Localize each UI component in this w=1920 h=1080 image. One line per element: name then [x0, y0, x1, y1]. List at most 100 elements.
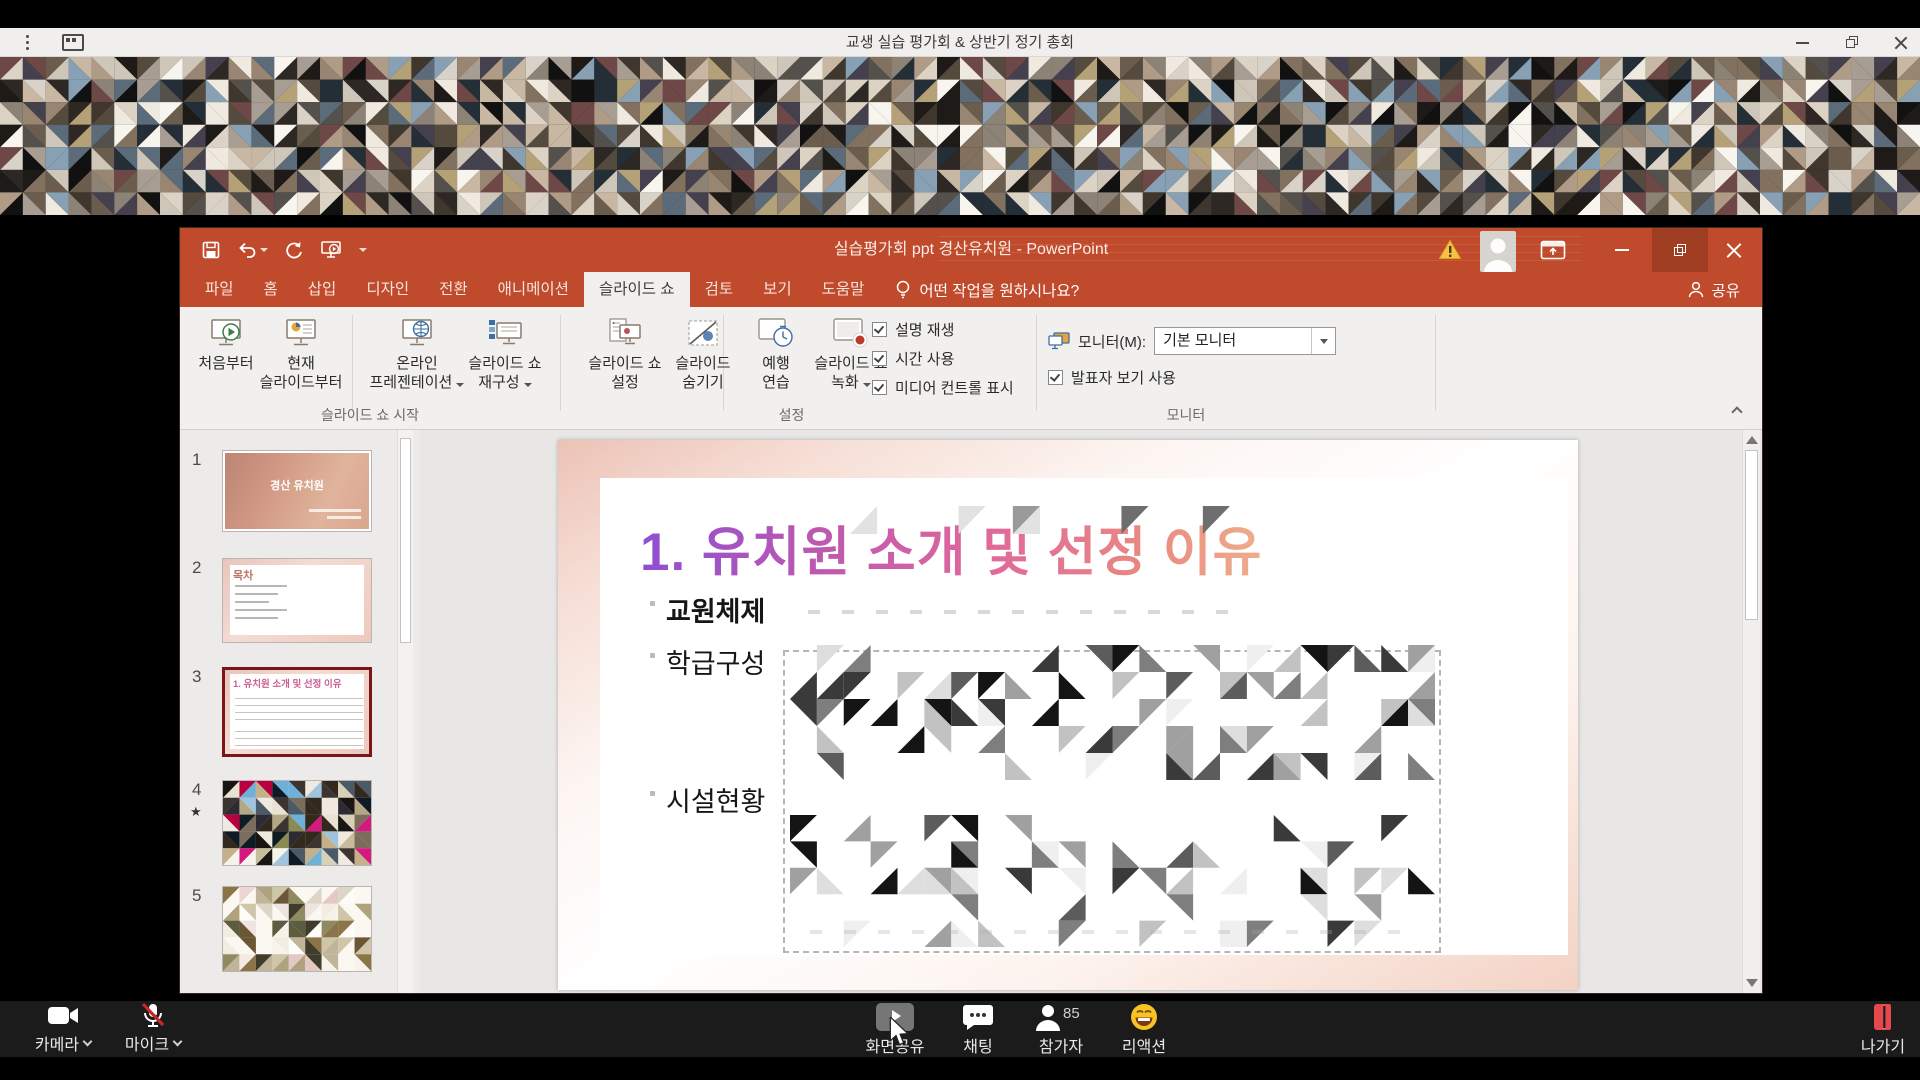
- ribbon-tab-애니메이션[interactable]: 애니메이션: [483, 272, 584, 307]
- slide-number-4: 4: [192, 780, 201, 800]
- scroll-down-arrow[interactable]: [1746, 979, 1758, 987]
- chat-button[interactable]: 채팅: [938, 1003, 1018, 1057]
- from-current-slide-icon: [283, 317, 319, 351]
- lightbulb-icon: [895, 279, 911, 301]
- censored-text-row: [808, 610, 1238, 614]
- tell-me-box[interactable]: 어떤 작업을 원하시나요?: [895, 272, 1079, 307]
- monitor-label: 모니터(M):: [1078, 331, 1146, 352]
- censored-table-lower[interactable]: [790, 815, 1435, 947]
- from-current-slide-button[interactable]: 현재슬라이드부터: [245, 317, 357, 392]
- ppt-restore-button[interactable]: [1652, 228, 1708, 272]
- mic-muted-icon: [138, 1003, 168, 1029]
- chat-icon: [962, 1003, 994, 1031]
- slide-thumbnail-3[interactable]: 1. 유치원 소개 및 선정 이유: [222, 667, 372, 757]
- slide-bullet-2[interactable]: 학급구성: [666, 642, 765, 681]
- reactions-button[interactable]: 리액션: [1104, 1003, 1184, 1057]
- powerpoint-window: 실습평가회 ppt 경산유치원 - PowerPoint: [180, 228, 1762, 993]
- slide-thumbnail-5[interactable]: [222, 886, 372, 972]
- slide-thumbnail-1[interactable]: 경산 유치원: [222, 450, 372, 532]
- reactions-emoji-icon: [1130, 1003, 1158, 1031]
- hide-slide-button[interactable]: 슬라이드숨기기: [660, 317, 746, 392]
- censored-text-row: [810, 930, 1410, 934]
- slide-thumbnail-2[interactable]: 목차: [222, 558, 372, 643]
- ribbon-tab-검토[interactable]: 검토: [690, 272, 749, 307]
- collapse-ribbon-icon[interactable]: [1732, 405, 1744, 417]
- rehearse-timings-button[interactable]: 예행연습: [746, 317, 806, 392]
- record-slideshow-icon: [832, 317, 870, 351]
- panel-scrollbar-thumb[interactable]: [400, 438, 411, 643]
- monitor-dropdown-caret[interactable]: [1311, 328, 1335, 354]
- screen-share-button[interactable]: 화면공유: [852, 1003, 938, 1057]
- ribbon-display-options-icon[interactable]: [1540, 240, 1566, 265]
- slide-scrollbar[interactable]: [1742, 430, 1760, 993]
- censored-region: [850, 478, 1230, 534]
- thumb-title: 1. 유치원 소개 및 선정 이유: [233, 676, 342, 690]
- checkbox-시간 사용[interactable]: 시간 사용: [872, 348, 954, 369]
- ribbon-tab-전환[interactable]: 전환: [424, 272, 483, 307]
- thumb-table: [235, 692, 363, 720]
- slide-bullet-1[interactable]: 교원체제: [666, 590, 765, 629]
- censored-table-upper[interactable]: [790, 645, 1435, 780]
- redo-icon[interactable]: [285, 241, 303, 259]
- window-restore-button[interactable]: [1836, 28, 1870, 57]
- ribbon-tab-파일[interactable]: 파일: [190, 272, 249, 307]
- ribbon-tab-도움말[interactable]: 도움말: [807, 272, 880, 307]
- tell-me-text: 어떤 작업을 원하시나요?: [919, 279, 1079, 301]
- checkbox-미디어 컨트롤 표시[interactable]: 미디어 컨트롤 표시: [872, 377, 1014, 398]
- slide-canvas[interactable]: 1. 유치원 소개 및 선정 이유 교원체제 학급구성 시설현황: [558, 440, 1578, 990]
- slide-thumbnail-4[interactable]: [222, 780, 372, 866]
- slide-thumbnail-panel: 1경산 유치원2목차31. 유치원 소개 및 선정 이유4★5: [180, 430, 420, 993]
- rehearse-timings-icon: [757, 317, 795, 351]
- ribbon-tab-row: 어떤 작업을 원하시나요? 파일홈삽입디자인전환애니메이션슬라이드 쇼검토보기도…: [180, 272, 1762, 307]
- window-close-button[interactable]: [1884, 28, 1918, 57]
- monitor-dropdown-value: 기본 모니터: [1163, 328, 1236, 354]
- slide-number-2: 2: [192, 558, 201, 578]
- slide-content-area: 1. 유치원 소개 및 선정 이유 교원체제 학급구성 시설현황: [600, 478, 1568, 955]
- customize-qat-caret[interactable]: [359, 248, 367, 252]
- panel-scrollbar[interactable]: [397, 430, 413, 993]
- undo-icon[interactable]: [237, 241, 268, 259]
- animation-star-icon: ★: [190, 804, 202, 820]
- ribbon-tab-삽입[interactable]: 삽입: [293, 272, 352, 307]
- checkbox-icon: [872, 351, 887, 366]
- checkbox-설명 재생[interactable]: 설명 재생: [872, 319, 954, 340]
- presenter-view-checkbox[interactable]: 발표자 보기 사용: [1048, 367, 1176, 388]
- undo-caret[interactable]: [260, 248, 268, 252]
- thumb-title: 목차: [233, 567, 253, 583]
- participants-button[interactable]: 85 참가자: [1018, 1003, 1104, 1057]
- camera-icon: [46, 1003, 80, 1029]
- window-minimize-button[interactable]: [1786, 28, 1820, 57]
- warning-icon[interactable]: [1438, 239, 1462, 265]
- record-caret: [863, 383, 871, 387]
- scroll-up-arrow[interactable]: [1746, 436, 1758, 444]
- slide-scrollbar-thumb[interactable]: [1745, 450, 1758, 620]
- start-slideshow-icon[interactable]: [320, 240, 342, 260]
- share-button[interactable]: 공유: [1688, 272, 1740, 307]
- from-beginning-icon: [208, 317, 244, 351]
- ribbon-tab-보기[interactable]: 보기: [748, 272, 807, 307]
- save-icon[interactable]: [202, 241, 220, 259]
- ribbon-tab-홈[interactable]: 홈: [249, 272, 293, 307]
- powerpoint-titlebar: 실습평가회 ppt 경산유치원 - PowerPoint: [180, 228, 1762, 272]
- ribbon-tab-디자인[interactable]: 디자인: [351, 272, 424, 307]
- account-avatar[interactable]: [1480, 231, 1516, 272]
- ppt-minimize-button[interactable]: [1594, 228, 1650, 272]
- monitor-row: 모니터(M): 기본 모니터: [1048, 327, 1336, 355]
- screen-share-icon: [876, 1003, 914, 1031]
- screen: 교생 실습 평가회 & 상반기 정기 총회 실습평가회 ppt 경산유치원 - …: [0, 0, 1920, 1080]
- monitor-dropdown[interactable]: 기본 모니터: [1154, 327, 1336, 355]
- slide-number-1: 1: [192, 450, 201, 470]
- monitor-icon: [1048, 332, 1070, 350]
- ribbon-tab-슬라이드 쇼[interactable]: 슬라이드 쇼: [584, 272, 690, 307]
- thumb-subtitle-line: [327, 516, 361, 519]
- ppt-close-button[interactable]: [1706, 228, 1762, 272]
- share-person-icon: [1688, 281, 1704, 298]
- custom-slideshow-icon: [487, 317, 523, 351]
- leave-button[interactable]: 나가기: [1848, 1003, 1918, 1057]
- participant-video-strip[interactable]: [0, 57, 1920, 215]
- camera-button[interactable]: 카메라: [18, 1003, 108, 1055]
- checkbox-icon: [1048, 370, 1063, 385]
- custom-slideshow-button[interactable]: 슬라이드 쇼재구성: [452, 317, 558, 392]
- slide-bullet-3[interactable]: 시설현황: [666, 780, 765, 819]
- mic-button[interactable]: 마이크: [108, 1003, 198, 1055]
